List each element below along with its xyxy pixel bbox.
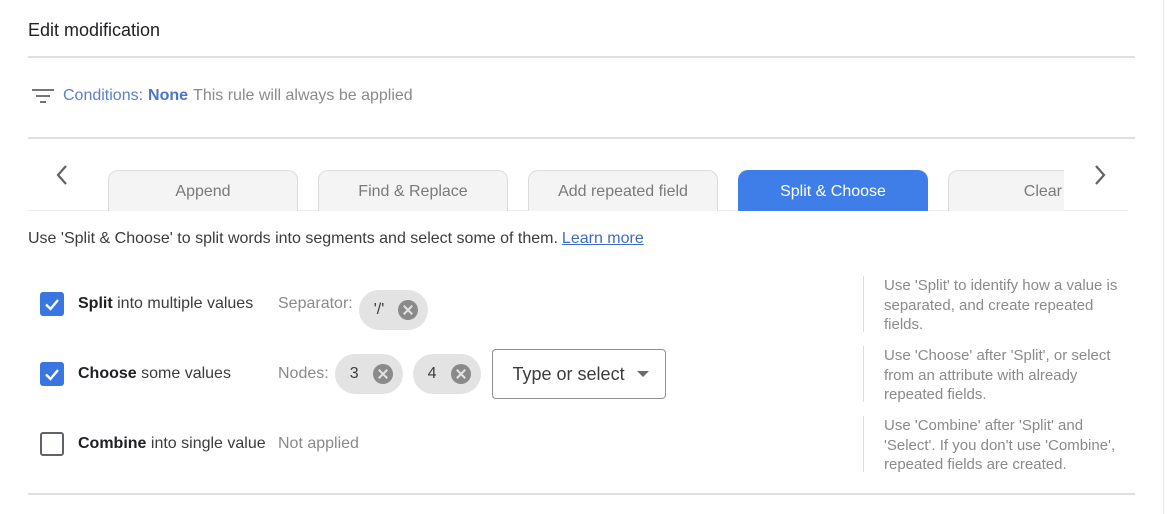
- dropdown-arrow-icon: [636, 371, 649, 377]
- combine-help-text: Use 'Combine' after 'Split' and 'Select'…: [863, 416, 1133, 473]
- option-split: Split into multiple values Separator: '/…: [40, 284, 438, 330]
- tab-find-replace[interactable]: Find & Replace: [318, 170, 508, 211]
- choose-help-text: Use 'Choose' after 'Split', or select fr…: [863, 346, 1133, 403]
- remove-chip-icon[interactable]: [372, 364, 393, 384]
- remove-chip-icon[interactable]: [450, 364, 471, 384]
- split-label: Split into multiple values: [78, 295, 254, 312]
- split-help-text: Use 'Split' to identify how a value is s…: [863, 276, 1133, 333]
- option-choose: Choose some values Nodes: 3 4 Type or se…: [40, 349, 666, 399]
- chip-value: '/': [373, 301, 385, 318]
- remove-chip-icon[interactable]: [398, 300, 419, 320]
- edit-modification-panel: Edit modification Conditions: None This …: [0, 0, 1168, 514]
- modification-type-tabs: Append Find & Replace Add repeated field…: [28, 150, 1135, 212]
- choose-label: Choose some values: [78, 365, 231, 382]
- learn-more-link[interactable]: Learn more: [562, 230, 644, 247]
- conditions-value[interactable]: None: [148, 87, 188, 105]
- tab-clear[interactable]: Clear: [948, 170, 1064, 211]
- conditions-description: This rule will always be applied: [193, 87, 413, 104]
- nodes-select-placeholder: Type or select: [512, 363, 625, 384]
- combine-checkbox[interactable]: [40, 432, 64, 456]
- tab-description-text: Use 'Split & Choose' to split words into…: [28, 230, 558, 247]
- divider: [28, 56, 1135, 58]
- filter-list-icon: [32, 87, 54, 105]
- check-icon: [45, 369, 59, 381]
- nodes-select[interactable]: Type or select: [491, 349, 666, 399]
- separator-label: Separator:: [278, 295, 353, 312]
- separator-chip: '/': [358, 290, 429, 330]
- chip-value: 3: [349, 365, 359, 382]
- node-chip: 4: [412, 354, 481, 394]
- split-checkbox[interactable]: [40, 292, 64, 316]
- tab-append[interactable]: Append: [108, 170, 298, 211]
- divider: [28, 137, 1135, 139]
- conditions-label[interactable]: Conditions:: [63, 87, 143, 105]
- tab-add-repeated-field[interactable]: Add repeated field: [528, 170, 718, 211]
- choose-checkbox[interactable]: [40, 362, 64, 386]
- tab-description: Use 'Split & Choose' to split words into…: [28, 230, 644, 248]
- check-icon: [45, 299, 59, 311]
- panel-right-border: [1163, 0, 1164, 514]
- tab-split-choose[interactable]: Split & Choose: [738, 170, 928, 211]
- node-chip: 3: [334, 354, 403, 394]
- combine-label: Combine into single value: [78, 435, 266, 452]
- conditions-bar[interactable]: Conditions: None This rule will always b…: [32, 87, 413, 105]
- divider: [28, 493, 1135, 495]
- nodes-label: Nodes:: [278, 365, 329, 382]
- chip-value: 4: [427, 365, 437, 382]
- chevron-right-icon[interactable]: [1088, 160, 1112, 190]
- combine-status: Not applied: [278, 435, 359, 452]
- chevron-left-icon[interactable]: [50, 160, 74, 190]
- page-title: Edit modification: [28, 20, 161, 40]
- option-combine: Combine into single value Not applied: [40, 424, 359, 464]
